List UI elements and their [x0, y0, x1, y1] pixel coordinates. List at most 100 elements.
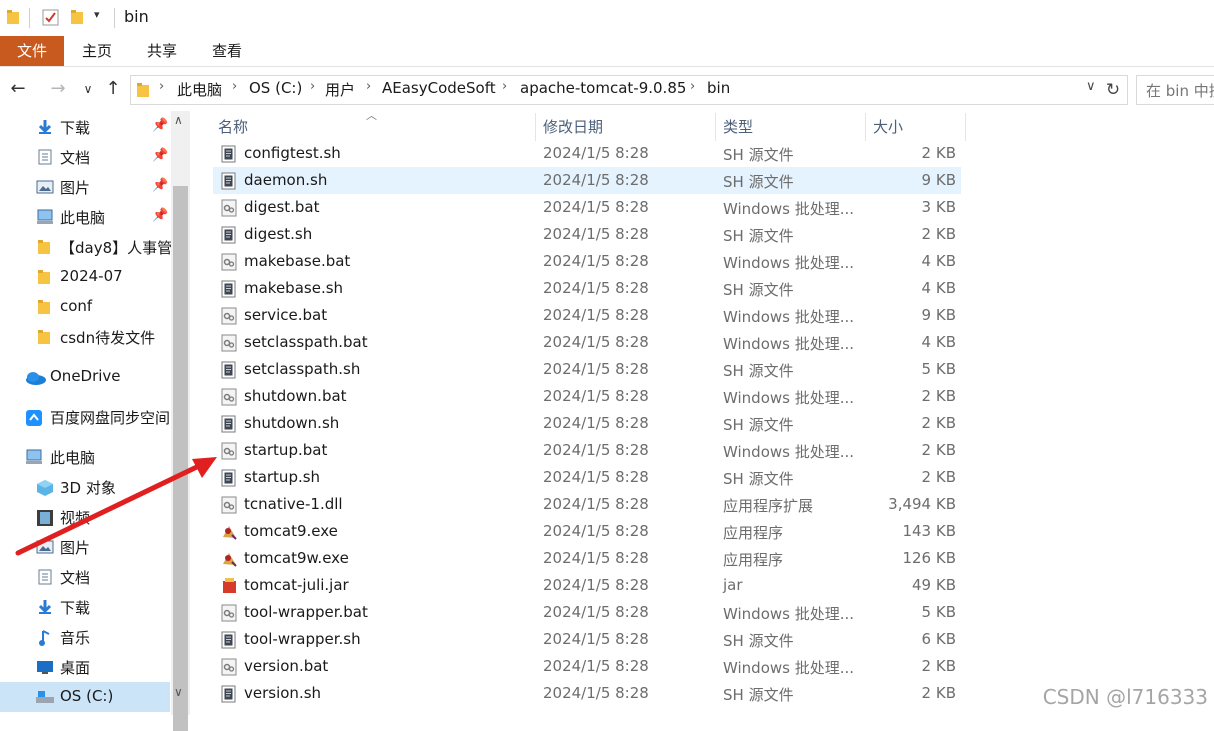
file-date: 2024/1/5 8:28 [543, 549, 649, 567]
breadcrumb-tomcat[interactable]: apache-tomcat-9.0.85 [520, 79, 686, 97]
file-row[interactable]: makebase.sh 2024/1/5 8:28 SH 源文件 4 KB [213, 275, 961, 302]
column-header-type[interactable]: 类型 [723, 111, 753, 143]
nav-item-folder-day8[interactable]: 【day8】人事管 [0, 232, 172, 262]
nav-item-label: 此电脑 [60, 209, 106, 227]
pin-icon[interactable]: 📌 [152, 148, 168, 163]
properties-checkbox-icon[interactable] [42, 9, 60, 27]
file-size: 2 KB [921, 225, 956, 243]
file-row[interactable]: version.bat 2024/1/5 8:28 Windows 批处理... 2 … [213, 653, 961, 680]
pin-icon[interactable]: 📌 [152, 178, 168, 193]
file-row[interactable]: daemon.sh 2024/1/5 8:28 SH 源文件 9 KB [213, 167, 961, 194]
breadcrumb-this-pc[interactable]: 此电脑 [177, 79, 222, 100]
file-row[interactable]: shutdown.bat 2024/1/5 8:28 Windows 批处理... 2… [213, 383, 961, 410]
nav-item-label: 百度网盘同步空间 [50, 409, 171, 427]
breadcrumb-users[interactable]: 用户 [325, 79, 355, 100]
nav-item-onedrive[interactable]: OneDrive [0, 362, 170, 392]
file-size: 9 KB [921, 171, 956, 189]
nav-item-3d-objects[interactable]: 3D 对象 [0, 472, 170, 502]
file-row[interactable]: makebase.bat 2024/1/5 8:28 Windows 批处理... 4… [213, 248, 961, 275]
up-button[interactable]: ↑ [101, 77, 125, 101]
breadcrumb-bin[interactable]: bin [707, 79, 730, 97]
nav-item-folder-2024-07[interactable]: 2024-07 [0, 262, 170, 292]
chevron-right-icon[interactable]: › [310, 79, 315, 94]
file-row[interactable]: service.bat 2024/1/5 8:28 Windows 批处理... 9 … [213, 302, 961, 329]
file-row[interactable]: configtest.sh 2024/1/5 8:28 SH 源文件 2 KB [213, 140, 961, 167]
recent-locations-button[interactable]: ∨ [76, 77, 100, 101]
pin-icon[interactable]: 📌 [152, 208, 168, 223]
file-row[interactable]: tcnative-1.dll 2024/1/5 8:28 应用程序扩展 3,494 K… [213, 491, 961, 518]
folder-icon [38, 330, 50, 344]
column-divider[interactable] [965, 113, 966, 141]
nav-item-downloads-pc[interactable]: 下载 [0, 592, 170, 622]
nav-pane-scrollbar[interactable]: ∧ ∨ [171, 111, 190, 731]
nav-item-documents-pc[interactable]: 文档 [0, 562, 170, 592]
column-divider[interactable] [715, 113, 716, 141]
forward-button[interactable]: → [46, 77, 70, 101]
file-row[interactable]: digest.sh 2024/1/5 8:28 SH 源文件 2 KB [213, 221, 961, 248]
column-header-date[interactable]: 修改日期 [543, 111, 603, 143]
chevron-right-icon[interactable]: › [366, 79, 371, 94]
quick-access-dropdown-icon[interactable]: ▾ [94, 8, 100, 21]
nav-item-downloads[interactable]: 下载 📌 [0, 112, 170, 142]
file-row[interactable]: tomcat9w.exe 2024/1/5 8:28 应用程序 126 KB [213, 545, 961, 572]
file-row[interactable]: shutdown.sh 2024/1/5 8:28 SH 源文件 2 KB [213, 410, 961, 437]
chevron-right-icon[interactable]: › [502, 79, 507, 94]
drive-icon [36, 691, 54, 703]
nav-item-this-pc[interactable]: 此电脑 [0, 442, 170, 472]
back-button[interactable]: ← [6, 77, 30, 101]
column-divider[interactable] [865, 113, 866, 141]
nav-item-folder-csdn[interactable]: csdn待发文件 [0, 322, 170, 352]
file-size: 2 KB [921, 657, 956, 675]
tab-view[interactable]: 查看 [212, 36, 242, 66]
new-folder-icon[interactable] [70, 9, 84, 25]
pin-icon[interactable]: 📌 [152, 118, 168, 133]
file-row[interactable]: tool-wrapper.sh 2024/1/5 8:28 SH 源文件 6 KB [213, 626, 961, 653]
file-row[interactable]: startup.sh 2024/1/5 8:28 SH 源文件 2 KB [213, 464, 961, 491]
nav-item-desktop[interactable]: 桌面 [0, 652, 170, 682]
file-row[interactable]: digest.bat 2024/1/5 8:28 Windows 批处理... 3 K… [213, 194, 961, 221]
file-row[interactable]: tomcat-juli.jar 2024/1/5 8:28 jar 49 KB [213, 572, 961, 599]
scroll-down-icon[interactable]: ∨ [174, 685, 183, 699]
file-name: tomcat9w.exe [244, 549, 349, 567]
nav-item-pictures[interactable]: 图片 📌 [0, 172, 170, 202]
tab-home[interactable]: 主页 [82, 36, 112, 66]
tab-share[interactable]: 共享 [147, 36, 177, 66]
refresh-button[interactable]: ↻ [1099, 75, 1128, 105]
file-row[interactable]: setclasspath.bat 2024/1/5 8:28 Windows 批处理… [213, 329, 961, 356]
nav-item-label: conf [60, 297, 93, 315]
column-header-name[interactable]: 名称 [218, 111, 248, 143]
breadcrumb-os-c[interactable]: OS (C:) [249, 79, 302, 97]
chevron-right-icon[interactable]: › [159, 79, 164, 94]
nav-item-pictures-pc[interactable]: 图片 [0, 532, 170, 562]
file-name: version.bat [244, 657, 329, 675]
file-date: 2024/1/5 8:28 [543, 360, 649, 378]
file-row[interactable]: tool-wrapper.bat 2024/1/5 8:28 Windows 批处理… [213, 599, 961, 626]
breadcrumb-aeasycodesoft[interactable]: AEasyCodeSoft [382, 79, 496, 97]
column-header-size[interactable]: 大小 [873, 111, 903, 143]
file-row[interactable]: setclasspath.sh 2024/1/5 8:28 SH 源文件 5 KB [213, 356, 961, 383]
search-input[interactable]: 在 bin 中搜索 [1136, 75, 1214, 105]
nav-item-videos[interactable]: 视频 [0, 502, 170, 532]
chevron-right-icon[interactable]: › [690, 79, 695, 94]
nav-item-baidu-sync[interactable]: 百度网盘同步空间 [0, 402, 170, 432]
nav-item-music[interactable]: 音乐 [0, 622, 170, 652]
tab-file[interactable]: 文件 [0, 36, 64, 66]
nav-item-os-c[interactable]: OS (C:) [0, 682, 170, 712]
file-type: Windows 批处理... [723, 389, 855, 407]
file-row[interactable]: tomcat9.exe 2024/1/5 8:28 应用程序 143 KB [213, 518, 961, 545]
file-type: Windows 批处理... [723, 335, 855, 353]
file-row[interactable]: startup.bat 2024/1/5 8:28 Windows 批处理... 2 … [213, 437, 961, 464]
bat-file-icon [221, 388, 237, 406]
nav-item-documents[interactable]: 文档 📌 [0, 142, 170, 172]
address-history-dropdown-icon[interactable]: ∨ [1086, 79, 1096, 94]
nav-item-this-pc-shortcut[interactable]: 此电脑 📌 [0, 202, 170, 232]
chevron-right-icon[interactable]: › [232, 79, 237, 94]
tomcat-exe-icon [223, 526, 237, 540]
nav-item-folder-conf[interactable]: conf [0, 292, 170, 322]
scroll-up-icon[interactable]: ∧ [174, 113, 183, 127]
scrollbar-thumb[interactable] [173, 186, 188, 731]
column-divider[interactable] [535, 113, 536, 141]
file-row[interactable]: version.sh 2024/1/5 8:28 SH 源文件 2 KB [213, 680, 961, 707]
file-date: 2024/1/5 8:28 [543, 387, 649, 405]
address-bar[interactable]: › 此电脑 › OS (C:) › 用户 › AEasyCodeSoft › a… [130, 75, 1128, 105]
